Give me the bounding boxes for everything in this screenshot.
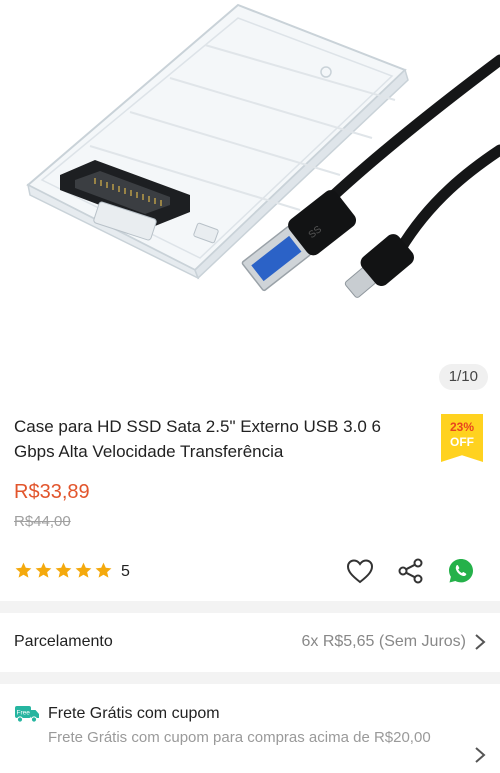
chevron-right-icon (475, 634, 486, 650)
whatsapp-share-button[interactable] (446, 556, 476, 586)
shipping-description: Frete Grátis com cupom para compras acim… (48, 729, 431, 746)
section-divider (0, 601, 500, 613)
product-image-gallery[interactable]: SS 1/10 (0, 0, 500, 400)
product-title: Case para HD SSD Sata 2.5" Externo USB 3… (14, 417, 381, 461)
share-button[interactable] (396, 556, 426, 586)
installment-value: 6x R$5,65 (Sem Juros) (301, 633, 466, 650)
chevron-right-icon (475, 747, 486, 763)
installment-label: Parcelamento (14, 633, 113, 650)
section-divider (0, 672, 500, 684)
whatsapp-icon (449, 559, 473, 583)
discount-off-label: OFF (450, 435, 474, 449)
original-price: R$44,00 (14, 513, 71, 530)
free-badge-text: Free (17, 710, 31, 717)
discount-badge: 23% OFF (441, 414, 483, 462)
rating-count[interactable]: 5 (121, 563, 130, 581)
share-icon (398, 558, 423, 584)
rating-stars[interactable] (14, 561, 113, 580)
star-icon (55, 562, 72, 578)
shipping-title: Frete Grátis com cupom (48, 705, 220, 722)
star-icon (95, 562, 112, 578)
product-image: SS (26, 3, 500, 298)
favorite-button[interactable] (345, 556, 375, 586)
current-price: R$33,89 (14, 481, 90, 503)
star-icon (75, 562, 92, 578)
star-icon (15, 562, 32, 578)
heart-icon (346, 559, 374, 584)
free-shipping-truck-icon: Free (15, 706, 39, 723)
star-icon (35, 562, 52, 578)
discount-percent: 23% (449, 420, 475, 434)
image-counter: 1/10 (438, 364, 488, 390)
